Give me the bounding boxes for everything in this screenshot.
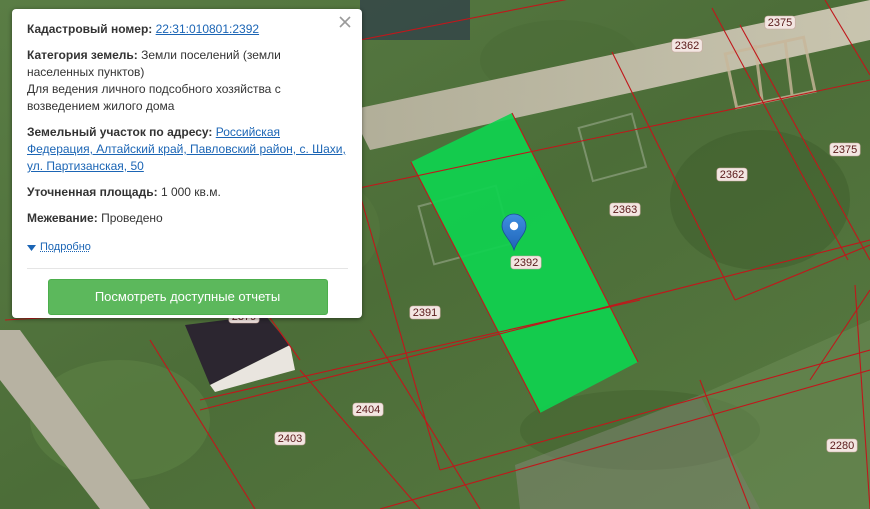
parcel-label-2403: 2403 bbox=[274, 431, 306, 446]
svg-text:2391: 2391 bbox=[413, 307, 437, 319]
svg-text:2375: 2375 bbox=[768, 17, 792, 29]
parcel-info-popup: Кадастровый номер: 22:31:010801:2392 Кат… bbox=[12, 9, 362, 318]
parcel-label-2280: 2280 bbox=[826, 438, 858, 453]
cadastral-row: Кадастровый номер: 22:31:010801:2392 bbox=[27, 21, 348, 38]
popup-divider bbox=[27, 268, 348, 269]
category-label: Категория земель: bbox=[27, 48, 138, 62]
building-area bbox=[360, 0, 470, 40]
usage-value: Для ведения личного подсобного хозяйства… bbox=[27, 82, 281, 113]
cadastral-label: Кадастровый номер: bbox=[27, 22, 153, 36]
view-reports-button[interactable]: Посмотреть доступные отчеты bbox=[47, 279, 328, 315]
svg-text:2403: 2403 bbox=[278, 433, 302, 445]
area-value: 1 000 кв.м. bbox=[160, 185, 221, 199]
cadastral-number-link[interactable]: 22:31:010801:2392 bbox=[156, 22, 259, 36]
svg-text:2362: 2362 bbox=[720, 169, 744, 181]
address-label: Земельный участок по адресу: bbox=[27, 125, 213, 139]
area-row: Уточненная площадь: 1 000 кв.м. bbox=[27, 184, 348, 201]
parcel-label-2363: 2363 bbox=[609, 202, 641, 217]
parcel-label-2362: 2362 bbox=[671, 38, 703, 53]
svg-text:2404: 2404 bbox=[356, 404, 380, 416]
survey-row: Межевание: Проведено bbox=[27, 210, 348, 227]
parcel-label-2362: 2362 bbox=[716, 167, 748, 182]
svg-text:2363: 2363 bbox=[613, 204, 637, 216]
parcel-label-2404: 2404 bbox=[352, 402, 384, 417]
svg-text:2362: 2362 bbox=[675, 40, 699, 52]
close-icon[interactable] bbox=[337, 14, 353, 30]
svg-text:2392: 2392 bbox=[514, 257, 538, 269]
survey-value: Проведено bbox=[101, 211, 163, 225]
address-row: Земельный участок по адресу: Российская … bbox=[27, 124, 348, 175]
parcel-label-2375: 2375 bbox=[829, 142, 861, 157]
category-row: Категория земель: Земли поселений (земли… bbox=[27, 47, 348, 115]
parcel-label-2391: 2391 bbox=[409, 305, 441, 320]
svg-text:2280: 2280 bbox=[830, 440, 854, 452]
parcel-label-2375: 2375 bbox=[764, 15, 796, 30]
area-label: Уточненная площадь: bbox=[27, 185, 158, 199]
details-label: Подробно bbox=[40, 241, 91, 253]
triangle-down-icon bbox=[27, 244, 36, 251]
parcel-label-2392: 2392 bbox=[510, 255, 542, 270]
survey-label: Межевание: bbox=[27, 211, 98, 225]
details-toggle[interactable]: Подробно bbox=[27, 239, 91, 256]
svg-text:2375: 2375 bbox=[833, 144, 857, 156]
